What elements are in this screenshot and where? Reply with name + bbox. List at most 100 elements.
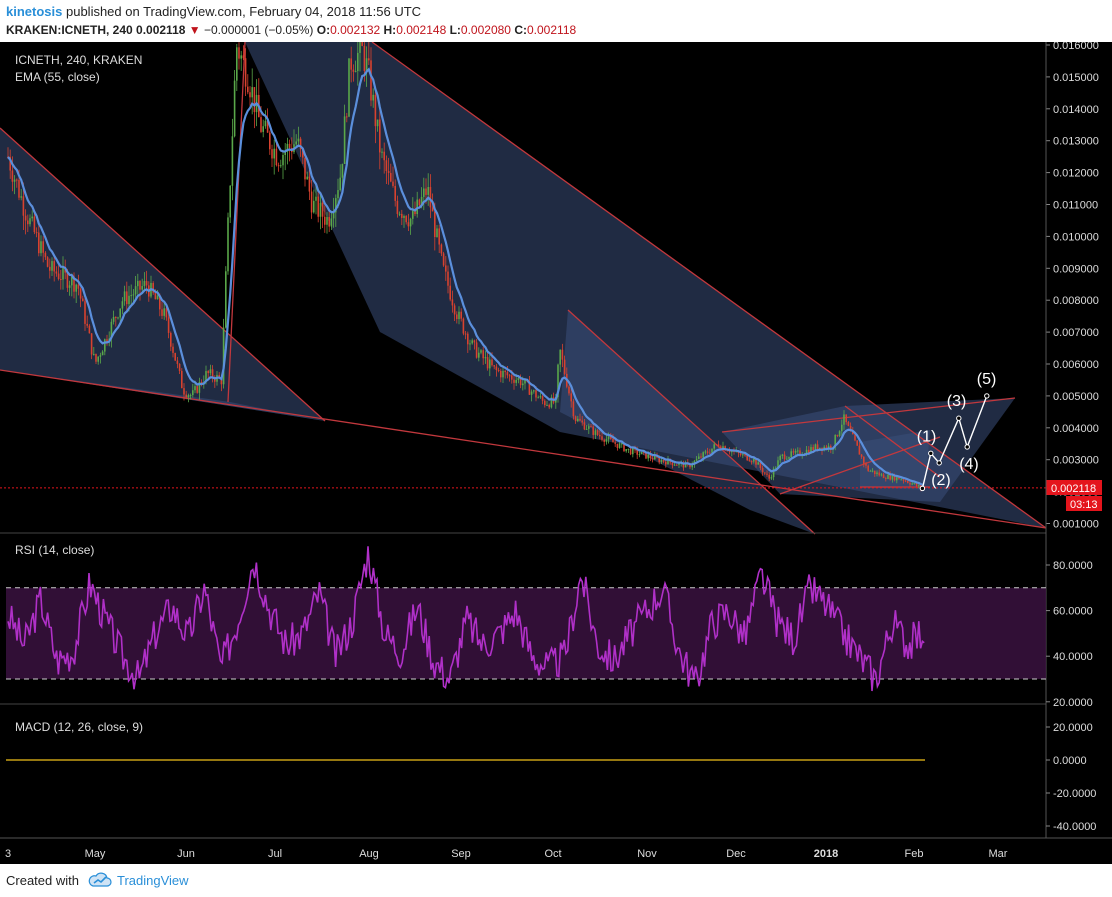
rsi-legend: RSI (14, close) — [15, 543, 94, 557]
candle-body — [84, 301, 86, 324]
main-pane-title: ICNETH, 240, KRAKEN — [15, 53, 142, 67]
candle-body — [165, 308, 168, 318]
candle-body — [456, 314, 458, 320]
footer: Created with TradingView — [0, 864, 1112, 897]
candle-body — [75, 284, 77, 292]
high-label: H: — [383, 23, 397, 37]
candle-body — [816, 444, 819, 450]
candle-body — [115, 316, 117, 318]
candle-body — [121, 301, 124, 309]
candle-body — [662, 459, 665, 462]
candle-body — [227, 217, 229, 272]
rsi-tick: 40.0000 — [1053, 651, 1093, 663]
candle-body — [183, 388, 185, 395]
candle-body — [790, 451, 792, 458]
candle-body — [401, 213, 403, 218]
price-tick: 0.001000 — [1053, 519, 1099, 531]
candle-body — [264, 120, 267, 127]
candle-body — [53, 261, 55, 272]
candle-body — [563, 359, 566, 374]
candle-body — [242, 55, 245, 59]
candle-body — [449, 285, 451, 300]
candle-body — [328, 217, 330, 227]
time-tick: Jun — [177, 848, 195, 860]
candle-body — [709, 452, 711, 454]
close-value: 0.002118 — [527, 23, 577, 37]
candle-body — [618, 443, 621, 448]
candle-body — [702, 452, 704, 458]
candle-body — [781, 454, 784, 456]
candle-body — [436, 228, 438, 238]
time-tick: Nov — [637, 848, 657, 860]
time-tick: Sep — [451, 848, 471, 860]
candle-body — [660, 459, 663, 463]
candle-body — [603, 439, 605, 442]
candle-body — [275, 148, 278, 166]
candle-body — [137, 280, 139, 287]
candle-body — [273, 148, 275, 159]
candle-body — [60, 278, 62, 280]
wave-label: (3) — [947, 393, 967, 410]
ema-legend: EMA (55, close) — [15, 70, 100, 84]
candle-body — [612, 438, 614, 443]
candle-body — [770, 477, 773, 479]
candle-body — [559, 349, 561, 365]
candle-body — [627, 448, 630, 450]
candle-body — [161, 309, 163, 316]
candle-body — [541, 396, 544, 401]
candle-body — [431, 207, 434, 212]
candle-body — [484, 357, 487, 359]
candle-body — [319, 202, 322, 217]
candle-body — [467, 333, 469, 345]
candle-body — [453, 305, 456, 315]
candle-body — [412, 210, 414, 219]
candle-body — [458, 311, 460, 320]
candle-body — [181, 370, 183, 389]
candle-body — [260, 117, 262, 132]
time-tick: Feb — [905, 848, 924, 860]
candle-body — [909, 482, 911, 485]
candle-body — [592, 426, 594, 435]
price-tick: 0.004000 — [1053, 423, 1099, 435]
candle-body — [313, 200, 315, 213]
wave-point — [964, 444, 970, 450]
wave-label: (1) — [917, 428, 937, 445]
wave-point — [936, 460, 942, 466]
candle-body — [18, 179, 20, 198]
tradingview-cloud-icon[interactable] — [88, 870, 112, 890]
candle-body — [225, 271, 227, 328]
candle-body — [860, 454, 863, 457]
candle-body — [392, 181, 394, 186]
candle-body — [418, 199, 421, 206]
tradingview-brand-link[interactable]: TradingView — [117, 873, 189, 888]
candle-body — [29, 218, 31, 225]
candle-body — [16, 179, 18, 181]
candle-body — [788, 457, 790, 459]
price-tick: 0.007000 — [1053, 327, 1099, 339]
candle-body — [167, 317, 170, 333]
candle-body — [324, 216, 326, 225]
candle-body — [748, 460, 751, 462]
candle-body — [79, 288, 82, 299]
candle-body — [97, 356, 99, 362]
candle-body — [486, 357, 489, 369]
candle-body — [896, 477, 898, 481]
rsi-tick: 80.0000 — [1053, 560, 1093, 572]
candle-body — [231, 136, 234, 186]
candle-body — [673, 464, 676, 466]
candle-body — [269, 132, 271, 150]
candle-body — [282, 154, 284, 166]
candle-body — [640, 451, 643, 455]
candle-body — [750, 461, 753, 463]
candle-body — [451, 299, 454, 306]
candle-body — [35, 232, 38, 234]
candle-body — [128, 295, 130, 305]
author-link[interactable]: kinetosis — [6, 4, 62, 19]
chart-canvas[interactable]: (1) (2) (3) (4) (5) ICNETH, 240, KRAKEN EMA … — [0, 22, 1112, 864]
candle-body — [706, 451, 709, 453]
candle-body — [812, 447, 814, 451]
candle-body — [55, 271, 58, 274]
candle-body — [445, 265, 447, 272]
candle-body — [447, 271, 449, 286]
chart-area[interactable]: (1) (2) (3) (4) (5) ICNETH, 240, KRAKEN EMA … — [0, 22, 1112, 864]
